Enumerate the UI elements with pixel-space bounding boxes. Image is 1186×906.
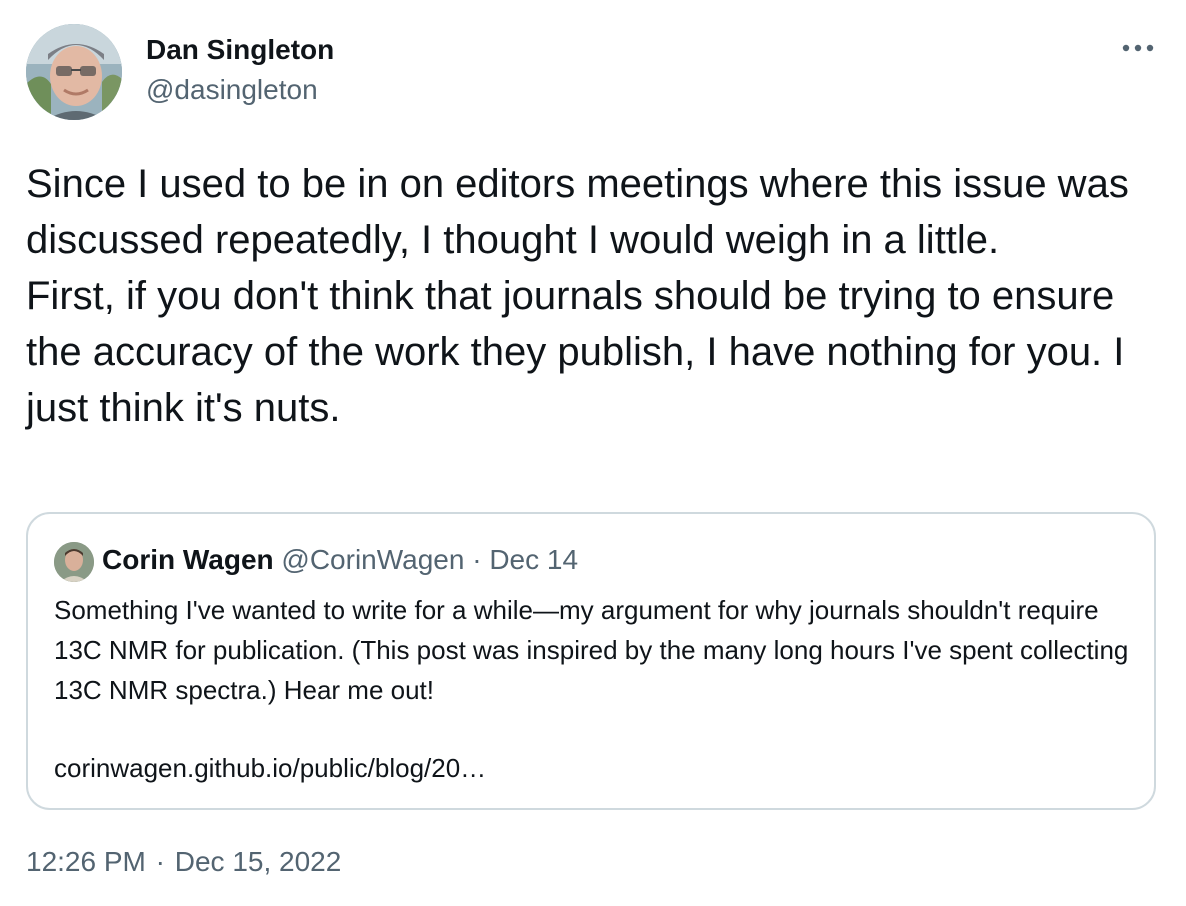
- tweet-text-paragraph: Since I used to be in on editors meeting…: [26, 162, 1129, 262]
- avatar-photo-icon: [26, 24, 122, 120]
- timestamp-date: Dec 15, 2022: [174, 846, 342, 877]
- quoted-tweet-card[interactable]: Corin Wagen @CorinWagen · Dec 14 Somethi…: [26, 512, 1156, 810]
- quoted-text-paragraph: Something I've wanted to write for a whi…: [54, 595, 1129, 705]
- timestamp-time: 12:26 PM: [26, 846, 146, 877]
- quoted-author-avatar: [54, 542, 94, 582]
- author-name[interactable]: Dan Singleton: [146, 34, 334, 66]
- tweet: Dan Singleton @dasingleton Since I used …: [0, 0, 1186, 906]
- tweet-timestamp[interactable]: 12:26 PM · Dec 15, 2022: [26, 846, 341, 878]
- quoted-separator: ·: [472, 544, 482, 575]
- quoted-author-name: Corin Wagen: [102, 544, 274, 575]
- author-handle[interactable]: @dasingleton: [146, 74, 318, 106]
- quoted-avatar-photo-icon: [54, 542, 94, 582]
- tweet-body: Since I used to be in on editors meeting…: [26, 156, 1166, 436]
- quoted-tweet-link[interactable]: corinwagen.github.io/public/blog/20…: [54, 748, 486, 788]
- more-horizontal-icon: [1122, 44, 1154, 52]
- quoted-author-handle: @CorinWagen: [281, 544, 465, 575]
- quoted-tweet-header: Corin Wagen @CorinWagen · Dec 14: [102, 544, 578, 576]
- quoted-tweet-text: Something I've wanted to write for a whi…: [54, 590, 1134, 710]
- tweet-text-paragraph: First, if you don't think that journals …: [26, 274, 1125, 430]
- author-avatar[interactable]: [26, 24, 122, 120]
- more-options-button[interactable]: [1114, 30, 1162, 66]
- quoted-date: Dec 14: [489, 544, 579, 575]
- timestamp-separator: ·: [155, 846, 165, 877]
